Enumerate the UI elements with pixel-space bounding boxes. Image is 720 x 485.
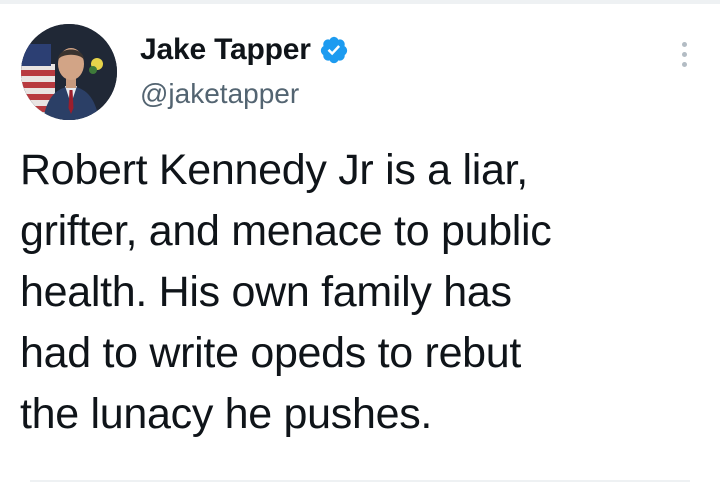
author-handle[interactable]: @jaketapper xyxy=(140,78,299,110)
tweet-card: Jake Tapper @jaketapper Robert Kennedy J… xyxy=(0,0,720,485)
author-display-name[interactable]: Jake Tapper xyxy=(140,33,311,67)
more-options-icon xyxy=(681,41,687,47)
top-divider xyxy=(0,0,720,4)
author-name-row: Jake Tapper xyxy=(140,28,349,72)
more-options-button[interactable] xyxy=(672,36,696,72)
bottom-divider xyxy=(30,480,690,482)
tweet-text: Robert Kennedy Jr is a liar, grifter, an… xyxy=(20,146,552,438)
avatar-photo xyxy=(21,24,117,120)
verified-badge-icon xyxy=(319,35,349,65)
avatar[interactable] xyxy=(21,24,117,120)
